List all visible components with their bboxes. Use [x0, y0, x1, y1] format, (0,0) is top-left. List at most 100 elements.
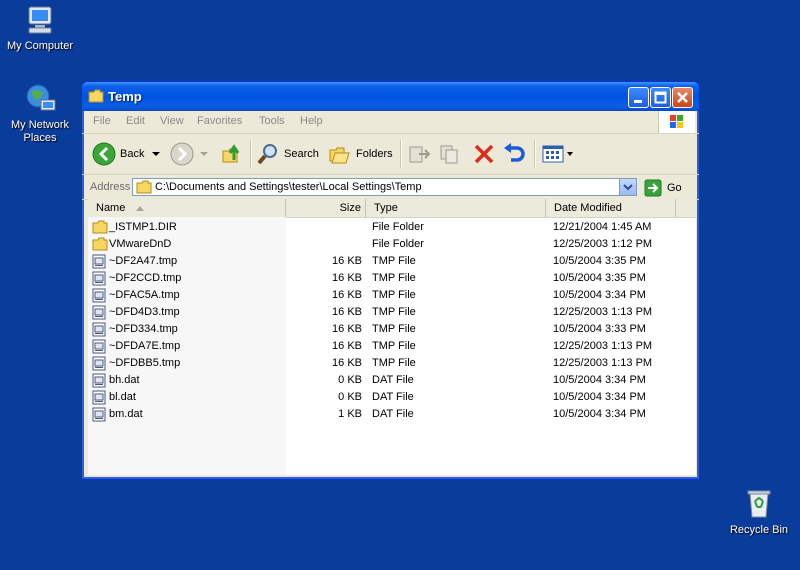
file-icon: [92, 407, 106, 428]
file-row[interactable]: ~DF2CCD.tmp 16 KB TMP File 10/5/2004 3:35 P…: [88, 270, 696, 287]
copy-to-icon: [440, 145, 458, 164]
sort-ascending-icon: [136, 206, 144, 211]
recycle-bin-icon: [742, 487, 776, 521]
views-icon: [542, 145, 564, 163]
search-button[interactable]: Search: [256, 140, 319, 168]
file-type: TMP File: [372, 340, 416, 352]
maximize-button[interactable]: [650, 87, 671, 108]
menu-view[interactable]: View: [160, 115, 184, 127]
column-header-size[interactable]: Size: [286, 199, 366, 217]
menu-edit[interactable]: Edit: [126, 115, 145, 127]
file-type: File Folder: [372, 238, 424, 250]
file-row[interactable]: bl.dat 0 KB DAT File 10/5/2004 3:34 PM: [88, 389, 696, 406]
menu-tools[interactable]: Tools: [259, 115, 285, 127]
column-header-type[interactable]: Type: [366, 199, 546, 217]
desktop-icon-my-computer[interactable]: My Computer: [0, 3, 80, 53]
forward-button[interactable]: [170, 140, 210, 168]
close-icon: [677, 92, 688, 103]
file-row[interactable]: _ISTMP1.DIR File Folder 12/21/2004 1:45 AM: [88, 219, 696, 236]
title-bar[interactable]: Temp: [82, 82, 699, 111]
file-row[interactable]: ~DFD334.tmp 16 KB TMP File 10/5/2004 3:33 P…: [88, 321, 696, 338]
menu-help[interactable]: Help: [300, 115, 323, 127]
file-size: 16 KB: [332, 340, 362, 352]
file-row[interactable]: ~DFD4D3.tmp 16 KB TMP File 12/25/2003 1:13 …: [88, 304, 696, 321]
desktop-icon-label: Recycle Bin: [729, 524, 789, 536]
column-name-label: Name: [96, 202, 126, 214]
column-header: Name Size Type Date Modified: [88, 199, 696, 218]
address-dropdown-button[interactable]: [619, 179, 636, 195]
file-row[interactable]: ~DF2A47.tmp 16 KB TMP File 10/5/2004 3:35 P…: [88, 253, 696, 270]
file-date: 12/21/2004 1:45 AM: [553, 221, 652, 233]
file-size: 16 KB: [332, 357, 362, 369]
column-type-label: Type: [374, 202, 398, 214]
file-date: 12/25/2003 1:13 PM: [553, 306, 653, 318]
file-name: ~DF2A47.tmp: [109, 255, 178, 267]
file-type: TMP File: [372, 255, 416, 267]
file-type: DAT File: [372, 408, 414, 420]
file-size: 1 KB: [338, 408, 362, 420]
chevron-down-icon: [623, 184, 633, 191]
file-name: bh.dat: [109, 374, 140, 386]
file-date: 10/5/2004 3:33 PM: [553, 323, 646, 335]
window-title: Temp: [108, 89, 142, 104]
search-label: Search: [284, 148, 319, 160]
folders-icon: [329, 147, 350, 164]
column-date-label: Date Modified: [554, 202, 622, 214]
file-size: 16 KB: [332, 272, 362, 284]
copy-to-button[interactable]: [438, 140, 462, 168]
minimize-button[interactable]: [628, 87, 649, 108]
file-date: 10/5/2004 3:34 PM: [553, 374, 646, 386]
file-name: bm.dat: [109, 408, 143, 420]
address-value: C:\Documents and Settings\tester\Local S…: [155, 181, 422, 193]
close-button[interactable]: [672, 87, 693, 108]
file-date: 12/25/2003 1:12 PM: [553, 238, 653, 250]
file-date: 10/5/2004 3:34 PM: [553, 391, 646, 403]
go-button[interactable]: Go: [644, 179, 682, 197]
file-name: bl.dat: [109, 391, 136, 403]
file-type: TMP File: [372, 357, 416, 369]
file-date: 10/5/2004 3:34 PM: [553, 408, 646, 420]
file-name: _ISTMP1.DIR: [109, 221, 177, 233]
file-type: DAT File: [372, 391, 414, 403]
minimize-icon: [634, 100, 642, 103]
file-type: DAT File: [372, 374, 414, 386]
file-date: 10/5/2004 3:35 PM: [553, 272, 646, 284]
file-name: ~DF2CCD.tmp: [109, 272, 182, 284]
menu-favorites[interactable]: Favorites: [197, 115, 242, 127]
folders-label: Folders: [356, 148, 393, 160]
back-button[interactable]: Back: [92, 140, 162, 168]
file-row[interactable]: ~DFAC5A.tmp 16 KB TMP File 10/5/2004 3:34 P…: [88, 287, 696, 304]
file-name: ~DFD4D3.tmp: [109, 306, 180, 318]
move-to-button[interactable]: [407, 140, 431, 168]
search-icon: [257, 144, 277, 165]
undo-button[interactable]: [502, 140, 526, 168]
file-row[interactable]: bm.dat 1 KB DAT File 10/5/2004 3:34 PM: [88, 406, 696, 423]
folders-button[interactable]: Folders: [328, 140, 393, 168]
desktop: { "desktop": { "icons": [ {"label": "My …: [0, 0, 800, 570]
menu-file[interactable]: File: [93, 115, 111, 127]
column-header-date-modified[interactable]: Date Modified: [546, 199, 676, 217]
desktop-icon-my-network-places[interactable]: My Network Places: [0, 82, 80, 145]
column-header-name[interactable]: Name: [88, 199, 286, 217]
back-arrow-icon: [92, 142, 116, 166]
delete-button[interactable]: [472, 140, 496, 168]
file-size: 0 KB: [338, 391, 362, 403]
go-arrow-icon: [644, 179, 662, 197]
computer-icon: [23, 3, 57, 37]
file-row[interactable]: ~DFDBB5.tmp 16 KB TMP File 12/25/2003 1:13 …: [88, 355, 696, 372]
file-row[interactable]: ~DFDA7E.tmp 16 KB TMP File 12/25/2003 1:13 …: [88, 338, 696, 355]
file-row[interactable]: bh.dat 0 KB DAT File 10/5/2004 3:34 PM: [88, 372, 696, 389]
desktop-icon-recycle-bin[interactable]: Recycle Bin: [719, 487, 799, 537]
file-size: 16 KB: [332, 306, 362, 318]
column-size-label: Size: [339, 202, 361, 214]
move-to-icon: [409, 146, 431, 163]
up-folder-button[interactable]: [220, 140, 244, 168]
file-type: TMP File: [372, 306, 416, 318]
address-input[interactable]: C:\Documents and Settings\tester\Local S…: [132, 178, 637, 196]
file-size: 16 KB: [332, 323, 362, 335]
address-label: Address: [90, 181, 131, 193]
views-button[interactable]: [541, 140, 575, 168]
file-type: TMP File: [372, 272, 416, 284]
file-type: File Folder: [372, 221, 424, 233]
file-row[interactable]: VMwareDnD File Folder 12/25/2003 1:12 PM: [88, 236, 696, 253]
